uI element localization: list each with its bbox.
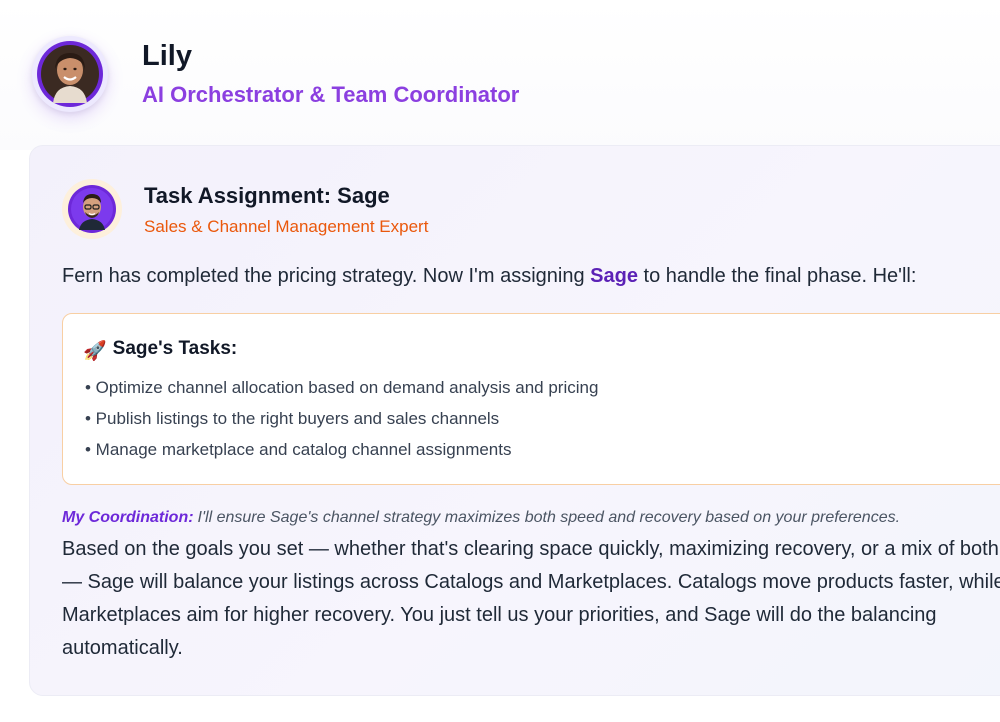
paragraph-line: — Sage will balance your listings across… (62, 571, 1000, 593)
rocket-icon: 🚀 (83, 341, 107, 362)
lily-avatar (32, 36, 108, 112)
agent-role: AI Orchestrator & Team Coordinator (142, 82, 520, 107)
paragraph-line: Based on the goals you set — whether tha… (62, 538, 999, 560)
task-title: Task Assignment: Sage (144, 183, 390, 208)
sage-avatar (62, 179, 122, 239)
tasks-heading: 🚀 Sage's Tasks: (83, 338, 237, 363)
intro-text: Fern has completed the pricing strategy.… (62, 265, 916, 288)
task-item: • Optimize channel allocation based on d… (85, 378, 599, 397)
intro-text-after: to handle the final phase. He'll: (637, 265, 917, 287)
coordination-note: My Coordination: I'll ensure Sage's chann… (62, 509, 900, 527)
paragraph-line: automatically. (62, 637, 183, 659)
tasks-heading-label: Sage's Tasks: (112, 338, 238, 359)
task-item: • Manage marketplace and catalog channel… (85, 440, 512, 459)
task-subtitle: Sales & Channel Management Expert (144, 217, 429, 236)
tasks-box: 🚀 Sage's Tasks: • Optimize channel alloca… (62, 313, 1000, 485)
intro-text-before: Fern has completed the pricing strategy.… (62, 265, 591, 287)
agent-name: Lily (142, 40, 192, 72)
task-assignment-card: Task Assignment: Sage Sales & Channel Ma… (29, 145, 1000, 696)
intro-highlight: Sage (590, 265, 638, 287)
coordination-label: My Coordination: (62, 509, 194, 526)
lily-portrait-icon (41, 45, 99, 103)
paragraph-line: Marketplaces aim for higher recovery. Yo… (62, 604, 937, 626)
sage-portrait-icon (71, 188, 113, 230)
coordination-text: I'll ensure Sage's channel strategy maxi… (197, 509, 901, 526)
agent-header: Lily AI Orchestrator & Team Coordinator (0, 0, 1000, 150)
task-item: • Publish listings to the right buyers a… (85, 409, 500, 428)
